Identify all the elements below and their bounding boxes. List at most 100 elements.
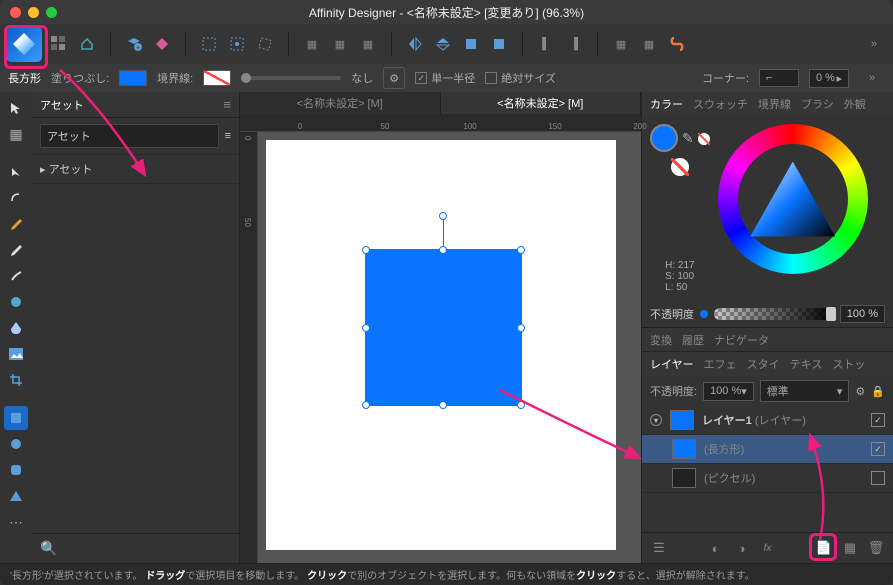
stroke-preview[interactable] bbox=[671, 158, 689, 176]
eyedropper-icon[interactable]: ✎ bbox=[682, 130, 694, 147]
resize-handle-bm[interactable] bbox=[439, 401, 447, 409]
transparency-tool[interactable] bbox=[4, 316, 28, 340]
adjustment-icon[interactable]: ◑ bbox=[733, 539, 751, 557]
triangle-tool[interactable] bbox=[4, 484, 28, 508]
swatch-tab[interactable]: スウォッチ bbox=[693, 96, 748, 112]
asset-group[interactable]: ▸ アセット bbox=[40, 161, 92, 177]
stock-tab[interactable]: ストッ bbox=[832, 356, 865, 372]
effects-tab[interactable]: エフェ bbox=[704, 356, 737, 372]
selection-marquee-icon[interactable] bbox=[196, 31, 222, 57]
fill-swatch[interactable] bbox=[119, 70, 147, 86]
asset-options-icon[interactable]: ≡ bbox=[225, 130, 231, 142]
grid-1-icon[interactable]: ▦ bbox=[608, 31, 634, 57]
align-left-icon[interactable]: ▌ bbox=[533, 31, 559, 57]
visibility-toggle[interactable]: ✓ bbox=[871, 413, 885, 427]
absolute-size-checkbox[interactable]: 絶対サイズ bbox=[485, 70, 556, 86]
layer-opacity-input[interactable]: 100 %▾ bbox=[703, 382, 754, 401]
layer-row-group[interactable]: ▾ レイヤー1 (レイヤー) ✓ bbox=[642, 406, 893, 435]
asset-category-dropdown[interactable]: アセット bbox=[40, 124, 219, 148]
layer-row-rect[interactable]: (長方形) ✓ bbox=[642, 435, 893, 464]
align-center-icon[interactable]: ▐ bbox=[561, 31, 587, 57]
flip-h-icon[interactable] bbox=[402, 31, 428, 57]
transform-tab[interactable]: 変換 bbox=[650, 332, 672, 348]
pencil-tool[interactable] bbox=[4, 238, 28, 262]
panel-menu-icon[interactable]: ≡ bbox=[223, 97, 231, 112]
artboard-tool[interactable]: ▦ bbox=[4, 122, 28, 146]
visibility-toggle[interactable]: ✓ bbox=[871, 442, 885, 456]
visibility-toggle[interactable] bbox=[871, 471, 885, 485]
fx-icon[interactable]: fx bbox=[759, 539, 777, 557]
assets-tab[interactable]: アセット bbox=[40, 97, 84, 113]
document-tab-2[interactable]: <名称未設定> [M] bbox=[441, 92, 642, 114]
resize-handle-tl[interactable] bbox=[362, 246, 370, 254]
mask-icon[interactable]: ◐ bbox=[707, 539, 725, 557]
rotate-ccw-icon[interactable] bbox=[458, 31, 484, 57]
persona-pixel-icon[interactable] bbox=[46, 31, 72, 57]
resize-handle-ml[interactable] bbox=[362, 324, 370, 332]
search-icon[interactable]: 🔍 bbox=[40, 540, 57, 557]
persona-export-icon[interactable] bbox=[74, 31, 100, 57]
group-icon[interactable]: ▦ bbox=[841, 539, 859, 557]
rotate-handle[interactable] bbox=[439, 212, 447, 220]
arrange-1-icon[interactable]: ▦ bbox=[299, 31, 325, 57]
corner-style-dropdown[interactable]: ⌐ bbox=[759, 69, 799, 87]
single-radius-checkbox[interactable]: ✓単一半径 bbox=[415, 70, 475, 86]
persona-designer-icon[interactable] bbox=[6, 26, 42, 62]
place-image-tool[interactable] bbox=[4, 342, 28, 366]
rectangle-shape[interactable] bbox=[366, 250, 521, 405]
layer-row-pixel[interactable]: (ピクセル) bbox=[642, 464, 893, 493]
color-tab[interactable]: カラー bbox=[650, 96, 683, 112]
resize-handle-tm[interactable] bbox=[439, 246, 447, 254]
arrange-3-icon[interactable]: ▦ bbox=[355, 31, 381, 57]
delete-layer-icon[interactable]: 🗑 bbox=[867, 539, 885, 557]
stroke-width-slider[interactable] bbox=[241, 76, 341, 80]
text-tab[interactable]: テキス bbox=[790, 356, 823, 372]
blend-mode-dropdown[interactable]: 標準▾ bbox=[760, 380, 850, 402]
opacity-value[interactable]: 100 % bbox=[840, 305, 885, 323]
layer-settings-icon[interactable]: ⚙ bbox=[855, 385, 865, 398]
grid-2-icon[interactable]: ▦ bbox=[636, 31, 662, 57]
selection-transform-icon[interactable] bbox=[252, 31, 278, 57]
symbol-icon[interactable] bbox=[149, 31, 175, 57]
rectangle-tool[interactable] bbox=[4, 406, 28, 430]
rotate-cw-icon[interactable] bbox=[486, 31, 512, 57]
stroke-tab[interactable]: 境界線 bbox=[758, 96, 791, 112]
fill-tool[interactable] bbox=[4, 290, 28, 314]
layer-lock-icon[interactable]: 🔒 bbox=[871, 385, 885, 398]
toolbar-menu-icon[interactable]: » bbox=[861, 31, 887, 57]
history-tab[interactable]: 履歴 bbox=[682, 332, 704, 348]
stroke-swatch[interactable] bbox=[203, 70, 231, 86]
optbar-more-icon[interactable]: » bbox=[859, 65, 885, 91]
add-layer-icon[interactable]: + bbox=[121, 31, 147, 57]
resize-handle-tr[interactable] bbox=[517, 246, 525, 254]
resize-handle-mr[interactable] bbox=[517, 324, 525, 332]
ellipse-tool[interactable] bbox=[4, 432, 28, 456]
layers-tab[interactable]: レイヤー bbox=[650, 356, 694, 372]
pen-tool[interactable] bbox=[4, 212, 28, 236]
artboard[interactable] bbox=[266, 140, 616, 550]
brush-tool[interactable] bbox=[4, 264, 28, 288]
viewport[interactable]: 0 50 bbox=[240, 132, 641, 563]
opacity-slider[interactable] bbox=[714, 308, 834, 320]
layer-stack-icon[interactable]: ☰ bbox=[650, 539, 668, 557]
styles-tab[interactable]: スタイ bbox=[747, 356, 780, 372]
appearance-tab[interactable]: 外観 bbox=[844, 96, 866, 112]
crop-tool[interactable] bbox=[4, 368, 28, 392]
stroke-options-button[interactable]: ⚙ bbox=[383, 67, 405, 89]
add-page-icon[interactable]: 📄 bbox=[815, 539, 833, 557]
fill-preview[interactable] bbox=[650, 124, 678, 152]
rounded-rect-tool[interactable] bbox=[4, 458, 28, 482]
navigator-tab[interactable]: ナビゲータ bbox=[714, 332, 769, 348]
brush-tab[interactable]: ブラシ bbox=[801, 96, 834, 112]
resize-handle-bl[interactable] bbox=[362, 401, 370, 409]
color-wheel[interactable] bbox=[718, 124, 868, 274]
more-shapes-tool[interactable]: ⋯ bbox=[4, 510, 28, 534]
maximize-window[interactable] bbox=[46, 7, 57, 18]
expand-icon[interactable]: ▾ bbox=[650, 414, 662, 426]
resize-handle-br[interactable] bbox=[517, 401, 525, 409]
corner-value-input[interactable]: 0 %▸ bbox=[809, 69, 849, 88]
corner-tool[interactable] bbox=[4, 186, 28, 210]
none-color-icon[interactable] bbox=[698, 133, 710, 145]
snap-icon[interactable] bbox=[664, 31, 690, 57]
document-tab-1[interactable]: <名称未設定> [M] bbox=[240, 92, 441, 114]
